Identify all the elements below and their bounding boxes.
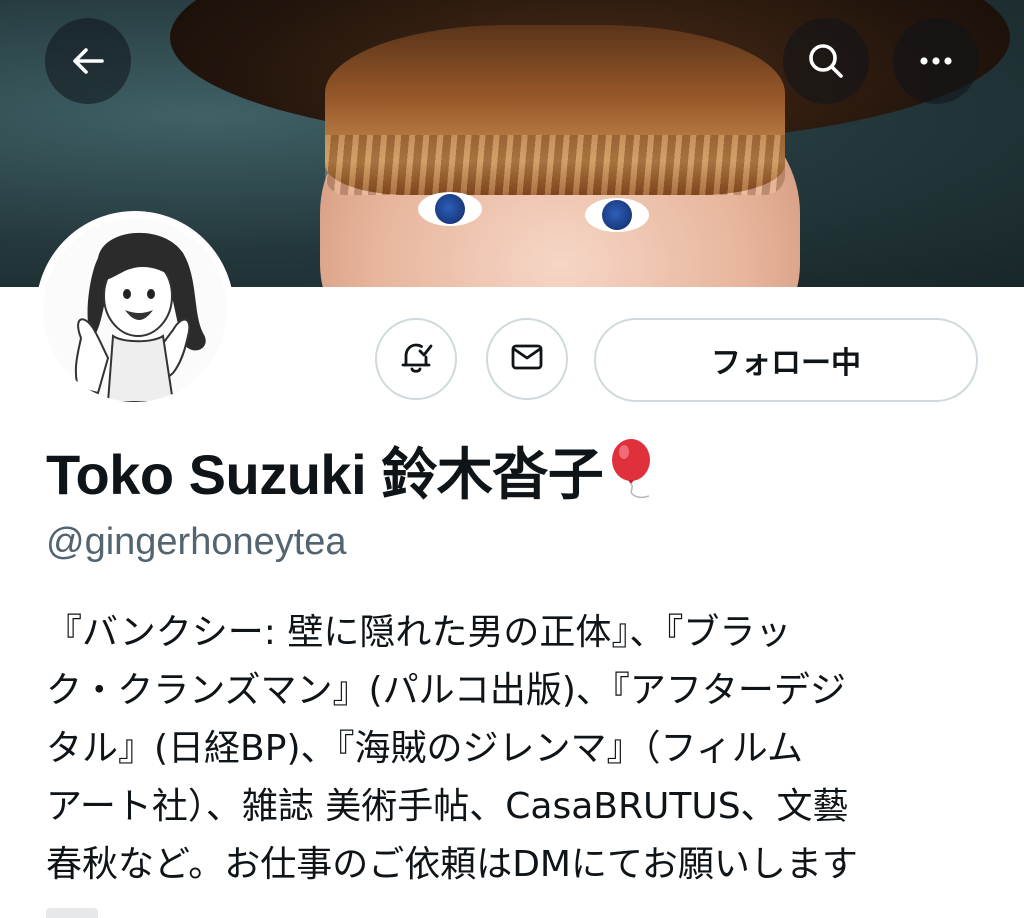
display-name: Toko Suzuki 鈴木沓子	[46, 438, 657, 516]
bell-check-icon	[396, 337, 436, 381]
bio-line: アート社）、雑誌 美術手帖、CasaBRUTUS、文藝	[46, 786, 849, 827]
display-name-text: Toko Suzuki 鈴木沓子	[46, 443, 604, 506]
bio-line: ク・クランズマン』(パルコ出版)、『アフターデジ	[46, 670, 846, 711]
search-icon	[804, 39, 848, 83]
more-horizontal-icon	[914, 39, 958, 83]
arrow-left-icon	[68, 41, 108, 81]
balloon-icon	[609, 438, 657, 516]
more-button[interactable]	[893, 18, 979, 104]
following-button[interactable]: フォロー中	[594, 318, 978, 402]
following-button-label: フォロー中	[711, 346, 861, 381]
bio: 『バンクシー: 壁に隠れた男の正体』、『ブラッ ク・クランズマン』(パルコ出版)…	[46, 604, 996, 894]
banner-hair	[325, 25, 785, 195]
handle: @gingerhoneytea	[46, 521, 347, 563]
envelope-icon	[507, 337, 547, 381]
bio-line: 春秋など。お仕事のご依頼はDMにてお願いします	[46, 844, 858, 885]
bio-line: タル』(日経BP)、『海賊のジレンマ』（フィルム	[46, 728, 804, 769]
avatar[interactable]	[36, 211, 234, 409]
notify-button[interactable]	[375, 318, 457, 400]
bio-line: 『バンクシー: 壁に隠れた男の正体』、『ブラッ	[46, 612, 792, 653]
message-button[interactable]	[486, 318, 568, 400]
search-button[interactable]	[783, 18, 869, 104]
banner-eye-left	[418, 192, 482, 226]
avatar-image	[43, 218, 227, 402]
back-button[interactable]	[45, 18, 131, 104]
banner-eye-right	[585, 198, 649, 232]
partial-icon	[46, 908, 98, 918]
